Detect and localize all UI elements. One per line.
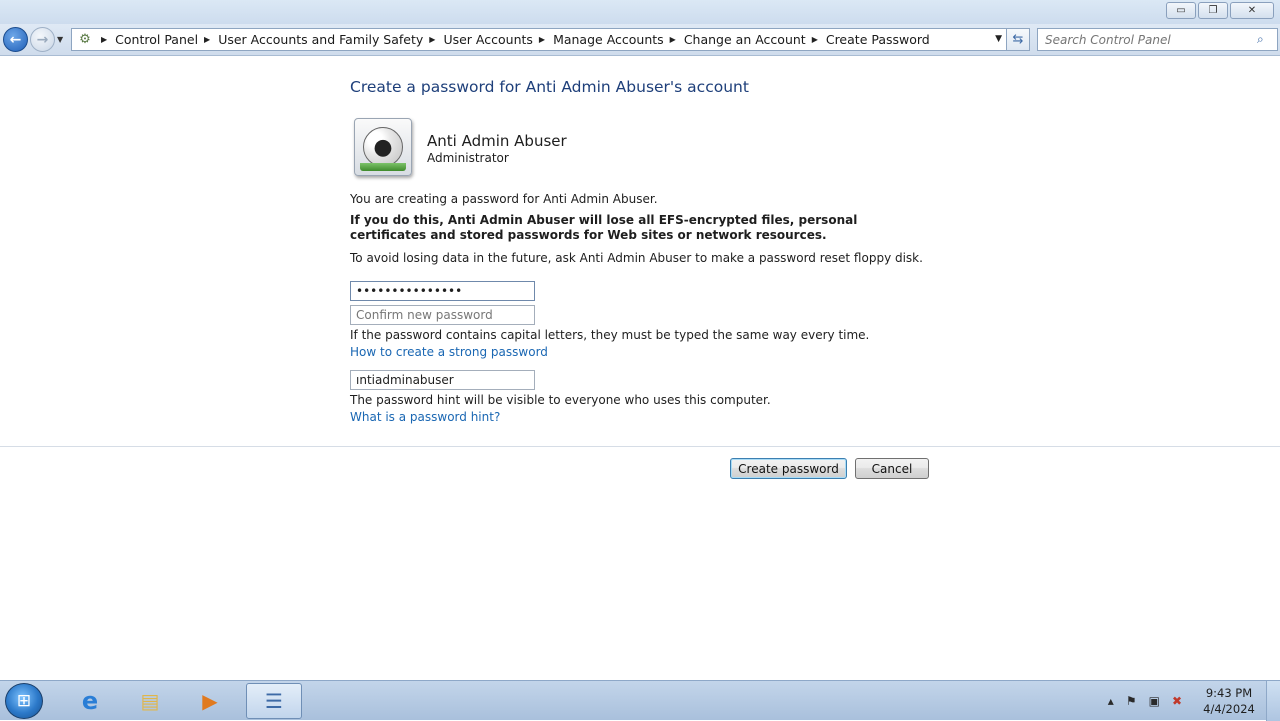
title-bar: ▭ ❐ ✕ <box>0 0 1280 24</box>
breadcrumb-user-accounts[interactable]: User Accounts <box>443 32 532 47</box>
restore-button[interactable]: ❐ <box>1198 2 1228 19</box>
system-tray: ▴ ⚑ ▣ ✖ 9:43 PM 4/4/2024 <box>1102 681 1280 721</box>
network-icon[interactable]: ▣ <box>1149 694 1160 708</box>
capital-letters-note: If the password contains capital letters… <box>350 328 870 342</box>
confirm-password-field[interactable] <box>350 305 535 325</box>
internet-explorer-taskbar-button[interactable]: e <box>62 683 118 719</box>
refresh-button[interactable]: ⇆ <box>1006 28 1030 51</box>
taskbar: ⊞ e ▤ ▶ ☰ ▴ ⚑ ▣ ✖ 9:43 PM 4/4/2024 <box>0 680 1280 721</box>
warning-text: If you do this, Anti Admin Abuser will l… <box>350 213 858 242</box>
recent-pages-dropdown-icon[interactable]: ▼ <box>57 35 63 44</box>
action-center-flag-icon[interactable]: ⚑ <box>1126 694 1137 708</box>
search-box[interactable]: ⌕ <box>1037 28 1278 51</box>
password-hint-field[interactable] <box>350 370 535 390</box>
soccer-ball-icon: ● <box>363 127 403 167</box>
back-button[interactable]: ← <box>3 27 28 52</box>
refresh-icon: ⇆ <box>1012 32 1024 47</box>
clock-time: 9:43 PM <box>1205 686 1253 700</box>
window-controls: ▭ ❐ ✕ <box>1166 2 1274 19</box>
media-player-taskbar-button[interactable]: ▶ <box>182 683 238 719</box>
divider <box>0 446 1280 447</box>
advice-text: To avoid losing data in the future, ask … <box>350 251 923 265</box>
breadcrumb-create-password[interactable]: Create Password <box>826 32 930 47</box>
control-panel-icon: ⚙ <box>79 32 91 47</box>
account-type: Administrator <box>427 151 509 165</box>
breadcrumb-separator-icon[interactable]: ▶ <box>812 35 818 44</box>
strong-password-link[interactable]: How to create a strong password <box>350 345 548 359</box>
breadcrumb-manage-accounts[interactable]: Manage Accounts <box>553 32 664 47</box>
search-input[interactable] <box>1045 32 1255 47</box>
breadcrumb-user-accounts-family-safety[interactable]: User Accounts and Family Safety <box>218 32 423 47</box>
show-hidden-icons-icon[interactable]: ▴ <box>1108 694 1114 708</box>
internet-explorer-icon: e <box>81 687 99 715</box>
windows-logo-icon: ⊞ <box>16 691 32 711</box>
windows-explorer-taskbar-button[interactable]: ▤ <box>122 683 178 719</box>
breadcrumb-control-panel[interactable]: Control Panel <box>115 32 198 47</box>
breadcrumb-separator-icon[interactable]: ▶ <box>429 35 435 44</box>
show-desktop-button[interactable] <box>1266 681 1280 721</box>
folder-icon: ▤ <box>140 689 160 713</box>
create-password-button[interactable]: Create password <box>730 458 847 479</box>
clock[interactable]: 9:43 PM 4/4/2024 <box>1198 685 1260 717</box>
media-player-icon: ▶ <box>202 689 218 713</box>
close-button[interactable]: ✕ <box>1230 2 1274 19</box>
breadcrumb-separator-icon[interactable]: ▶ <box>204 35 210 44</box>
address-dropdown-icon[interactable]: ▼ <box>995 34 1002 44</box>
account-name: Anti Admin Abuser <box>427 132 567 150</box>
breadcrumb-separator-icon[interactable]: ▶ <box>101 35 107 44</box>
start-button[interactable]: ⊞ <box>5 683 43 719</box>
password-hint-help-link[interactable]: What is a password hint? <box>350 410 500 424</box>
new-password-field[interactable] <box>350 281 535 301</box>
breadcrumb-separator-icon[interactable]: ▶ <box>539 35 545 44</box>
clock-date: 4/4/2024 <box>1203 702 1255 716</box>
hint-visibility-note: The password hint will be visible to eve… <box>350 393 771 407</box>
search-icon[interactable]: ⌕ <box>1257 32 1264 47</box>
cancel-button[interactable]: Cancel <box>855 458 929 479</box>
forward-button[interactable]: → <box>30 27 55 52</box>
volume-muted-icon[interactable]: ✖ <box>1172 694 1182 708</box>
grass-decoration <box>360 163 406 171</box>
breadcrumb-change-account[interactable]: Change an Account <box>684 32 806 47</box>
control-panel-taskbar-button[interactable]: ☰ <box>246 683 302 719</box>
user-avatar: ● <box>354 118 412 176</box>
address-bar[interactable]: ⚙ ▶ Control Panel ▶ User Accounts and Fa… <box>71 28 1007 51</box>
control-panel-window: ▭ ❐ ✕ ← → ▼ ⚙ ▶ Control Panel ▶ User Acc… <box>0 0 1280 680</box>
page-title: Create a password for Anti Admin Abuser'… <box>350 78 749 96</box>
breadcrumb-separator-icon[interactable]: ▶ <box>670 35 676 44</box>
intro-text: You are creating a password for Anti Adm… <box>350 192 658 206</box>
control-panel-icon: ☰ <box>265 689 283 713</box>
minimize-button[interactable]: ▭ <box>1166 2 1196 19</box>
navigation-bar: ← → ▼ ⚙ ▶ Control Panel ▶ User Accounts … <box>0 24 1280 56</box>
